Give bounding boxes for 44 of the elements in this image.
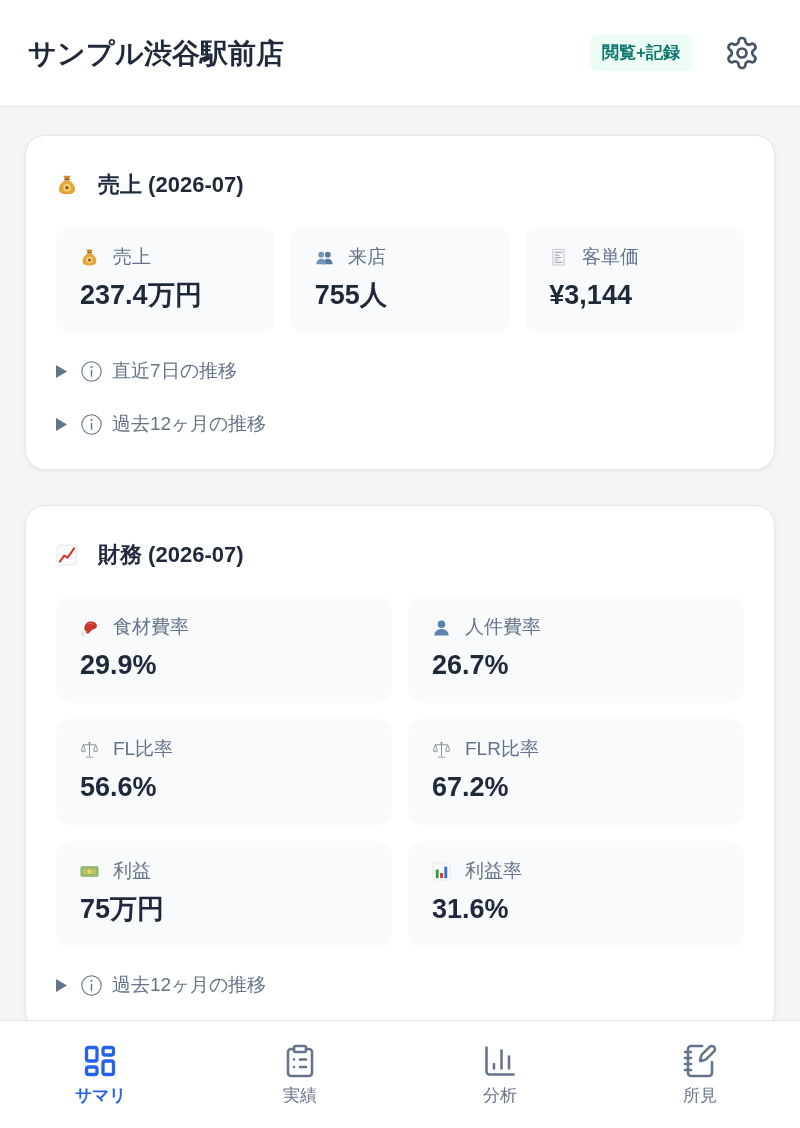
dashboard-icon <box>82 1043 118 1079</box>
scales-icon <box>432 739 451 759</box>
metric-value: 29.9% <box>80 649 157 682</box>
disclosure-toggle[interactable]: 過去12ヶ月の推移 <box>56 411 267 437</box>
disclosure-toggle[interactable]: 過去12ヶ月の推移 <box>56 972 267 998</box>
store-title: サンプル渋谷駅前店 <box>28 36 284 71</box>
notebook-pen-icon <box>682 1043 718 1079</box>
settings-button[interactable] <box>724 35 760 71</box>
metric-label: 食材費率 <box>113 615 189 639</box>
metric-value: 237.4万円 <box>80 279 202 312</box>
metric-value: 755人 <box>314 279 387 312</box>
settings-icon <box>724 35 760 71</box>
metric-value: 31.6% <box>432 893 509 926</box>
info-icon <box>81 974 102 996</box>
metric-value: 26.7% <box>432 649 509 682</box>
info-icon <box>81 413 102 435</box>
metric-label: 人件費率 <box>465 615 541 639</box>
metric-label: 利益 <box>113 859 151 883</box>
metric-value: ¥3,144 <box>549 279 632 312</box>
nav-tab[interactable]: 所見 <box>600 1021 800 1128</box>
nav-tab[interactable]: 分析 <box>400 1021 600 1128</box>
metric-label: FL比率 <box>113 737 174 761</box>
metric-value: 56.6% <box>80 771 157 804</box>
info-icon <box>81 360 102 382</box>
nav-tab[interactable]: 実績 <box>200 1021 400 1128</box>
scales-icon <box>80 739 99 759</box>
metric-label: FLR比率 <box>465 737 539 761</box>
money-bag-icon <box>80 247 99 267</box>
metric-label: 売上 <box>113 245 151 269</box>
nav-tab[interactable]: サマリ <box>0 1021 200 1128</box>
card-title: 財務 (2026-07) <box>98 541 244 569</box>
access-badge: 閲覧+記録 <box>590 35 692 71</box>
rising-chart-icon <box>56 544 78 566</box>
metric-value: 75万円 <box>80 893 165 926</box>
metric-value: 67.2% <box>432 771 509 804</box>
metric-label: 利益率 <box>465 859 522 883</box>
bar-chart-icon <box>432 861 451 881</box>
metric-label: 来店 <box>347 245 386 269</box>
bar-chart-icon <box>482 1043 518 1079</box>
metric-label: 客単価 <box>582 245 640 269</box>
card-title: 売上 (2026-07) <box>98 171 244 199</box>
disclosure-toggle[interactable]: 直近7日の推移 <box>56 358 237 384</box>
person-icon <box>432 617 451 637</box>
money-bag-icon <box>56 174 78 196</box>
